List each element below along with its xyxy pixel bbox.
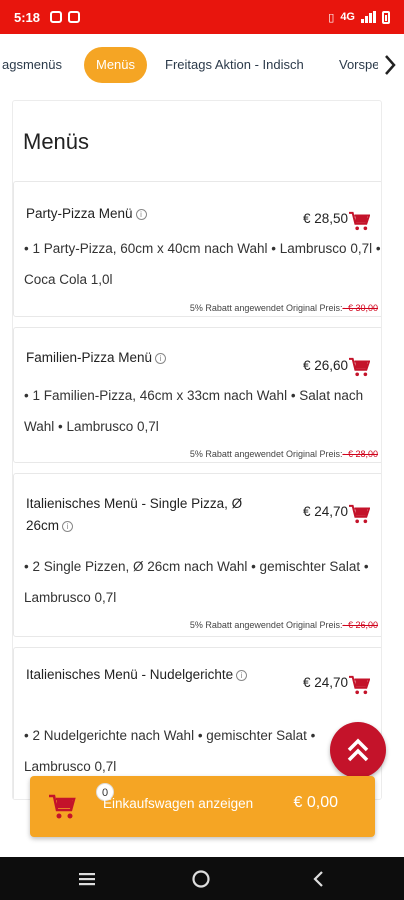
menu-section: Menüs Party-Pizza Menü i € 28,50 • 1 Part… (12, 100, 382, 800)
tab-vorspeisen[interactable]: Vorspe (339, 47, 379, 83)
category-tabs: agsmenüs Menüs Freitags Aktion - Indisch… (0, 34, 404, 96)
shopping-cart-icon (49, 794, 76, 819)
discount-info: 5% Rabatt angewendet Original Preis:- € … (189, 620, 378, 630)
menu-item-name: Italienisches Menü - Single Pizza, Ø 26c… (26, 496, 243, 533)
discount-info: 5% Rabatt angewendet Original Preis:- € … (189, 303, 378, 313)
cart-total: € 0,00 (293, 794, 338, 811)
network-type: 4G (340, 11, 355, 23)
menu-item-name: Party-Pizza Menü i (26, 203, 147, 225)
add-to-cart-icon[interactable] (348, 211, 370, 231)
info-icon[interactable]: i (135, 208, 147, 220)
section-title: Menüs (23, 129, 90, 154)
original-price: - € 30,00 (342, 303, 378, 313)
menu-item-description: • 2 Nudelgerichte nach Wahl • gemischter… (24, 728, 316, 774)
vibrate-icon: ▯ (328, 11, 335, 24)
back-icon[interactable] (307, 869, 331, 889)
add-to-cart-icon[interactable] (348, 675, 370, 695)
home-icon[interactable] (190, 869, 212, 889)
menu-item-name: Italienisches Menü - Nudelgerichte i (26, 664, 256, 686)
status-bar: 5:18 ▯ 4G (0, 0, 404, 34)
menu-item-description: • 1 Party-Pizza, 60cm x 40cm nach Wahl •… (24, 241, 381, 287)
menu-item-price: € 26,60 (302, 358, 348, 373)
original-price: - € 26,00 (342, 620, 378, 630)
battery-icon (382, 10, 390, 24)
tab-freitags-aktion[interactable]: Freitags Aktion - Indisch (165, 47, 304, 83)
menu-item-name: Familien-Pizza Menü i (26, 347, 167, 369)
info-icon[interactable]: i (155, 352, 167, 364)
app-notification-icon (68, 11, 81, 23)
menu-item-card[interactable]: Italienisches Menü - Single Pizza, Ø 26c… (13, 473, 381, 637)
view-cart-button[interactable]: 0 Einkaufswagen anzeigen € 0,00 (30, 776, 375, 837)
notification-icon (50, 11, 63, 23)
signal-icon (361, 11, 376, 23)
original-price: - € 28,00 (342, 449, 378, 459)
status-indicators: ▯ 4G (328, 10, 390, 24)
scroll-to-top-button[interactable] (330, 722, 386, 778)
info-icon[interactable]: i (236, 669, 248, 681)
menu-item-price: € 24,70 (302, 675, 348, 690)
menu-item-description: • 2 Single Pizzen, Ø 26cm nach Wahl • ge… (24, 559, 369, 605)
add-to-cart-icon[interactable] (348, 357, 370, 377)
info-icon[interactable]: i (62, 520, 74, 532)
double-chevron-up-icon (347, 738, 369, 762)
system-nav-bar (0, 857, 404, 900)
menu-item-price: € 24,70 (302, 504, 348, 519)
menu-item-card[interactable]: Party-Pizza Menü i € 28,50 • 1 Party-Pizz… (13, 181, 381, 317)
menu-item-description: • 1 Familien-Pizza, 46cm x 33cm nach Wah… (24, 388, 364, 434)
menu-item-card[interactable]: Familien-Pizza Menü i € 26,60 • 1 Familie… (13, 327, 381, 463)
tab-menues[interactable]: Menüs (84, 47, 148, 83)
discount-info: 5% Rabatt angewendet Original Preis:- € … (189, 449, 378, 459)
menu-item-price: € 28,50 (302, 211, 348, 226)
add-to-cart-icon[interactable] (348, 504, 370, 524)
chevron-right-icon[interactable] (378, 50, 402, 80)
recent-apps-icon[interactable] (75, 869, 99, 889)
cart-label: Einkaufswagen anzeigen (103, 796, 254, 811)
status-time: 5:18 (14, 9, 41, 25)
tab-tagesmenues[interactable]: agsmenüs (2, 47, 62, 83)
